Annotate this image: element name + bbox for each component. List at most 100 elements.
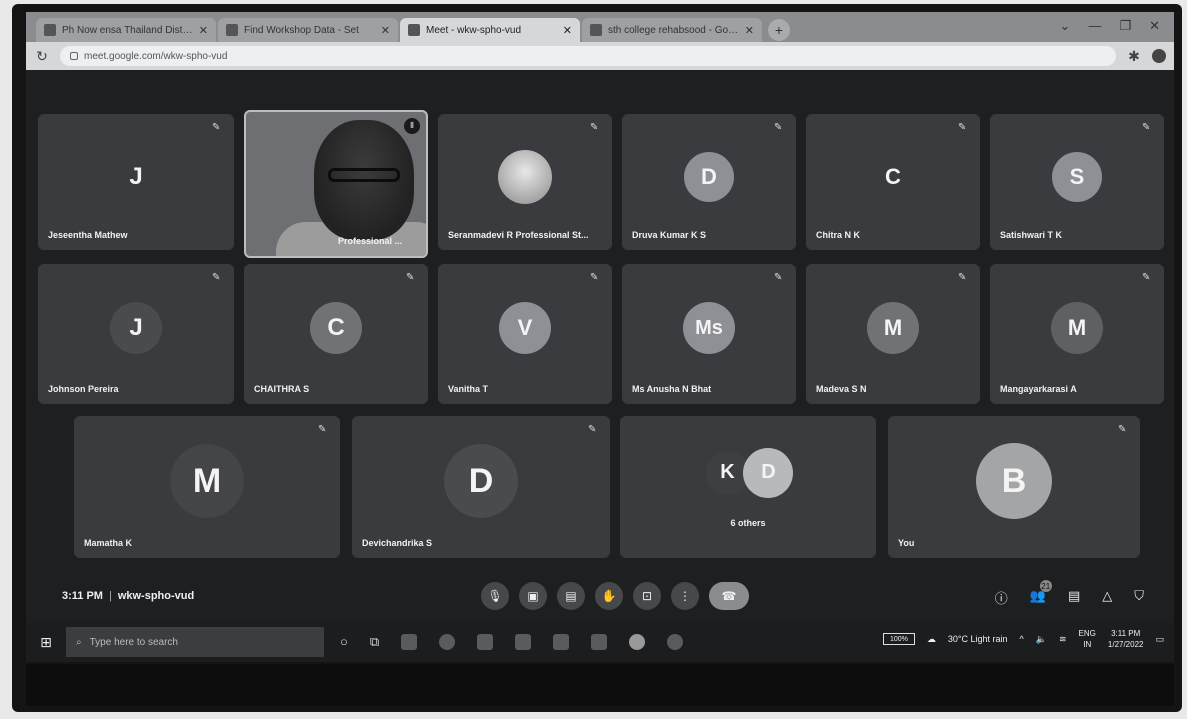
mic-off-icon: ✎ xyxy=(212,272,221,283)
info-icon[interactable]: ⓘ xyxy=(995,588,1008,607)
minimize-icon[interactable]: — xyxy=(1088,18,1101,34)
meet-favicon-icon xyxy=(408,24,420,36)
edge-icon[interactable] xyxy=(439,634,456,650)
participant-tile[interactable]: C ✎ CHAITHRA S xyxy=(244,264,428,404)
app-icon[interactable] xyxy=(667,634,684,650)
more-options-button[interactable]: ⋮ xyxy=(671,582,699,610)
reload-icon[interactable]: ↻ xyxy=(34,48,50,65)
participant-name: Mamatha K xyxy=(84,538,133,548)
chevron-down-icon[interactable]: ⌄ xyxy=(1060,18,1071,34)
side-controls: ⓘ 👥 21 ▤ △ ⛉ xyxy=(995,580,1144,607)
taskbar-clock[interactable]: 3:11 PM 1/27/2022 xyxy=(1108,628,1144,650)
clock-date: 1/27/2022 xyxy=(1107,640,1144,649)
activities-icon[interactable]: △ xyxy=(1102,588,1112,607)
browser-tab[interactable]: Find Workshop Data - Set ✕ xyxy=(218,18,398,42)
participant-tile[interactable]: D ✎ Druva Kumar K S xyxy=(622,114,796,250)
leave-call-button[interactable]: ☎ xyxy=(709,582,749,610)
host-controls-icon[interactable]: ⛉ xyxy=(1134,588,1144,607)
profile-avatar[interactable] xyxy=(1152,49,1166,63)
participant-tile[interactable]: Ms ✎ Ms Anusha N Bhat xyxy=(622,264,796,404)
avatar: D xyxy=(743,447,794,498)
weather-text[interactable]: 30°C Light rain xyxy=(948,634,1008,644)
participant-tile[interactable]: M ✎ Mangayarkarasi A xyxy=(990,264,1164,404)
app-icon[interactable] xyxy=(477,634,494,650)
avatar-photo xyxy=(498,149,552,204)
browser-tab[interactable]: Ph Now ensa Thailand Distinc ✕ xyxy=(36,18,216,42)
avatar: C xyxy=(885,163,901,189)
url-text: meet.google.com/wkw-spho-vud xyxy=(84,50,228,62)
camera-button[interactable]: ▣ xyxy=(519,582,547,610)
google-favicon-icon xyxy=(590,24,602,36)
close-icon[interactable]: ✕ xyxy=(745,24,754,37)
battery-indicator[interactable]: 100% xyxy=(882,633,915,645)
self-tile[interactable]: B ✎ You xyxy=(888,416,1140,558)
participant-tile[interactable]: V ✎ Vanitha T xyxy=(438,264,612,404)
participant-name: Seranmadevi R Professional St... xyxy=(448,230,589,240)
taskbar-search[interactable]: ⌕ Type here to search xyxy=(66,627,324,657)
app-icon[interactable] xyxy=(591,634,608,650)
cortana-icon[interactable]: ○ xyxy=(340,634,348,650)
app-icon[interactable] xyxy=(553,634,570,650)
participant-name: Satishwari T K xyxy=(1000,230,1063,240)
close-window-icon[interactable]: ✕ xyxy=(1149,18,1160,34)
mic-off-icon: ✎ xyxy=(212,122,221,133)
tab-favicon-icon xyxy=(44,24,56,36)
participant-tile[interactable]: S ✎ Satishwari T K xyxy=(990,114,1164,250)
mic-off-icon: ✎ xyxy=(958,272,967,283)
avatar: V xyxy=(499,302,551,355)
app-icon[interactable] xyxy=(515,634,532,650)
browser-tabbar: Ph Now ensa Thailand Distinc ✕ Find Work… xyxy=(26,12,1174,42)
participant-name: Ms Anusha N Bhat xyxy=(632,384,712,394)
captions-button[interactable]: ▤ xyxy=(557,582,585,610)
participant-tile[interactable]: J ✎ Johnson Pereira xyxy=(38,264,234,404)
others-count: 6 others xyxy=(730,518,766,528)
wifi-icon[interactable]: ≋ xyxy=(1059,634,1067,645)
meeting-controls-bar: 3:11 PM | wkw-spho-vud 🎙 ▣ ▤ ✋ ⊡ ⋮ ☎ ⓘ 👥… xyxy=(26,570,1174,622)
video-glasses xyxy=(328,168,400,182)
volume-icon[interactable]: 🔈 xyxy=(1036,634,1047,645)
mic-button[interactable]: 🎙 xyxy=(481,582,509,610)
chat-icon[interactable]: ▤ xyxy=(1068,588,1080,607)
meeting-code: wkw-spho-vud xyxy=(117,590,195,602)
participant-name: Johnson Pereira xyxy=(48,384,119,394)
notifications-icon[interactable]: ▭ xyxy=(1155,634,1164,645)
participant-tile[interactable]: J ✎ Jeseentha Mathew xyxy=(38,114,234,250)
task-view-icon[interactable]: ⧉ xyxy=(370,634,379,650)
clock-time: 3:11 PM xyxy=(1111,629,1141,638)
close-icon[interactable]: ✕ xyxy=(563,24,572,37)
window-controls: ⌄ — ❐ ✕ xyxy=(1060,18,1160,34)
participant-video-tile[interactable]: ⦀ Professional ... xyxy=(244,110,428,258)
avatar: B xyxy=(976,443,1052,520)
maximize-icon[interactable]: ❐ xyxy=(1119,18,1131,34)
file-explorer-icon[interactable] xyxy=(401,634,418,650)
avatar: S xyxy=(1052,151,1102,202)
chrome-icon[interactable] xyxy=(629,634,646,650)
raise-hand-button[interactable]: ✋ xyxy=(595,582,623,610)
language-indicator[interactable]: ENG IN xyxy=(1079,628,1096,650)
windows-start-icon[interactable]: ⊞ xyxy=(26,622,66,662)
participant-tile[interactable]: C ✎ Chitra N K xyxy=(806,114,980,250)
people-icon[interactable]: 👥 21 xyxy=(1030,580,1052,607)
participant-tile[interactable]: ✎ Seranmadevi R Professional St... xyxy=(438,114,612,250)
new-tab-button[interactable]: + xyxy=(768,19,790,41)
speaking-indicator-icon: ⦀ xyxy=(404,118,420,134)
participant-tile[interactable]: M ✎ Madeva S N xyxy=(806,264,980,404)
participant-tile[interactable]: M ✎ Mamatha K xyxy=(74,416,340,558)
close-icon[interactable]: ✕ xyxy=(199,24,208,37)
others-tile[interactable]: K D 6 others xyxy=(620,416,876,558)
people-count-badge: 21 xyxy=(1039,580,1052,592)
participant-grid: J ✎ Jeseentha Mathew ⦀ Professional ... … xyxy=(26,70,1174,570)
mic-off-icon: ✎ xyxy=(1142,272,1151,283)
url-field[interactable]: meet.google.com/wkw-spho-vud xyxy=(60,46,1116,66)
participant-tile[interactable]: D ✎ Devichandrika S xyxy=(352,416,610,558)
browser-tab[interactable]: sth college rehabsood - Google S ✕ xyxy=(582,18,762,42)
chevron-up-icon[interactable]: ^ xyxy=(1020,634,1024,644)
browser-tab-active[interactable]: Meet - wkw-spho-vud ✕ xyxy=(400,18,580,42)
system-tray: 100% ☁ 30°C Light rain ^ 🔈 ≋ ENG IN 3:11… xyxy=(882,628,1164,650)
close-icon[interactable]: ✕ xyxy=(381,24,390,37)
tab-title: Ph Now ensa Thailand Distinc xyxy=(62,24,193,36)
present-button[interactable]: ⊡ xyxy=(633,582,661,610)
region-code: IN xyxy=(1083,640,1092,649)
mic-off-icon: ✎ xyxy=(958,122,967,133)
extension-icon[interactable]: ✱ xyxy=(1126,48,1142,65)
